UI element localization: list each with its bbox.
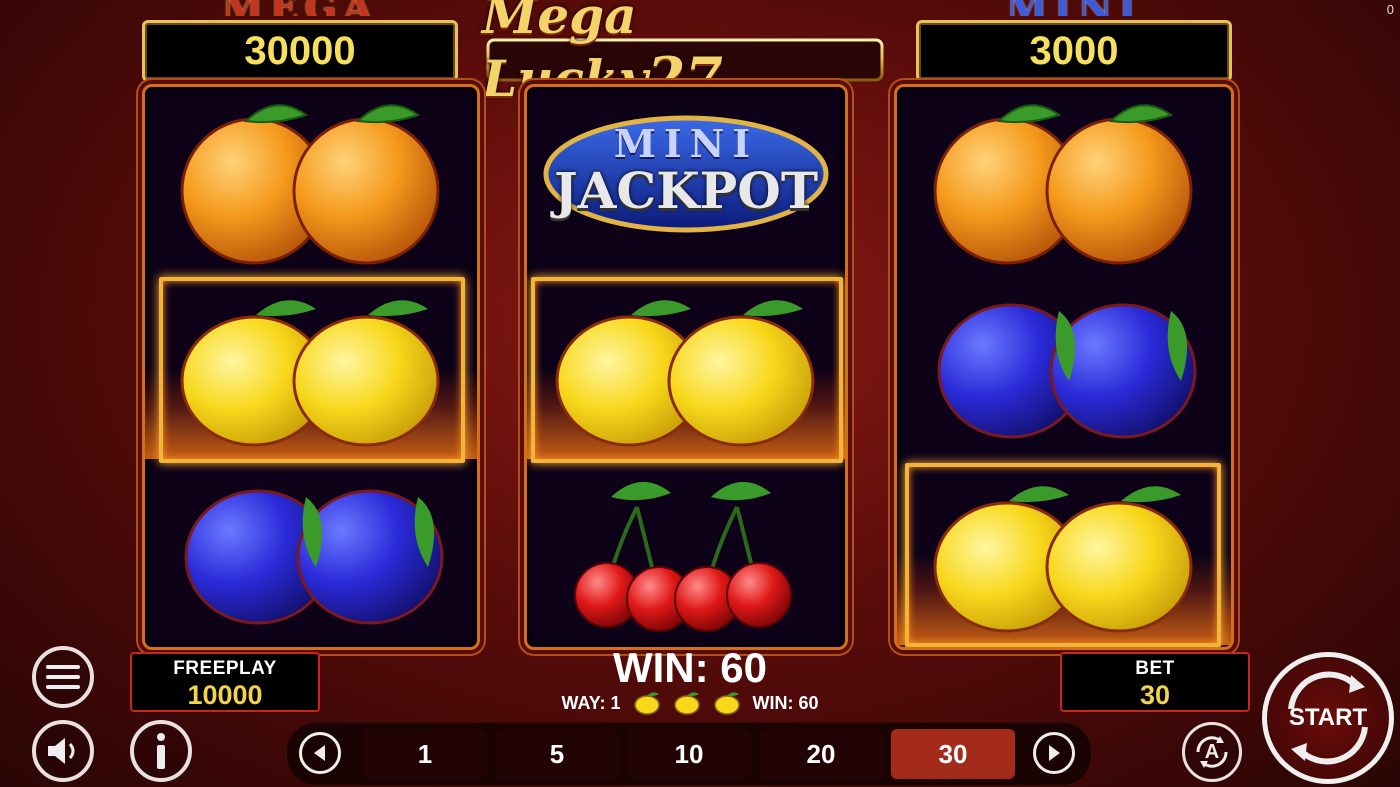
symbol-lemon <box>145 273 477 459</box>
cherry-icon <box>574 481 792 632</box>
bet-option-5[interactable]: 5 <box>495 729 619 779</box>
info-button[interactable] <box>130 720 192 782</box>
reel-1 <box>142 84 480 650</box>
bet-next-button[interactable] <box>1033 732 1075 774</box>
way-label: WAY: 1 <box>561 692 621 713</box>
info-icon <box>157 733 165 769</box>
bet-option-10[interactable]: 10 <box>627 729 751 779</box>
mega-jackpot: MEGA 30000 <box>142 0 458 82</box>
mini-jackpot-bottom-text: JACKPOT <box>553 161 819 220</box>
mini-jackpot-label: MINI <box>916 0 1232 16</box>
prev-arrow-icon <box>314 745 325 761</box>
autoplay-button[interactable]: A <box>1182 722 1242 782</box>
autoplay-letter: A <box>1204 740 1220 763</box>
lemon-icon <box>933 486 1193 633</box>
orange-icon <box>933 104 1193 265</box>
mini-jackpot-top-text: MINI <box>613 121 759 166</box>
mini-jackpot-value: 3000 <box>916 20 1232 82</box>
menu-icon <box>46 665 80 689</box>
lemon-icon <box>555 300 815 447</box>
menu-button[interactable] <box>32 646 94 708</box>
symbol-mini-jackpot: MINI JACKPOT <box>527 87 845 273</box>
bet-prev-button[interactable] <box>299 732 341 774</box>
plum-icon <box>184 489 444 625</box>
game-logo: Mega Lucky27 <box>482 0 888 109</box>
mega-jackpot-value: 30000 <box>142 20 458 82</box>
start-label: START <box>1288 704 1368 731</box>
freeplay-label: FREEPLAY <box>173 658 277 679</box>
plum-icon <box>937 303 1197 439</box>
symbol-lemon <box>897 459 1231 645</box>
lemon-icon <box>713 692 740 715</box>
lemon-icon <box>180 300 440 447</box>
symbol-cherry <box>527 459 845 645</box>
mini-jackpot: MINI 3000 <box>916 0 1232 82</box>
lemon-icon <box>673 692 700 715</box>
next-arrow-icon <box>1049 745 1060 761</box>
reel-2: MINI JACKPOT <box>524 84 848 650</box>
start-button[interactable]: START <box>1262 652 1394 784</box>
reel-3 <box>894 84 1234 650</box>
symbol-plum <box>897 273 1231 459</box>
bet-panel: BET 30 <box>1060 652 1250 712</box>
orange-icon <box>180 104 440 265</box>
corner-counter: 0 <box>1386 2 1394 17</box>
line-win-label: WIN: 60 <box>752 692 819 713</box>
symbol-orange <box>897 87 1231 273</box>
bet-option-20[interactable]: 20 <box>759 729 883 779</box>
bet-label: BET <box>1135 658 1175 679</box>
win-line-details: WAY: 1 WIN: 60 <box>530 690 850 716</box>
mega-jackpot-label: MEGA <box>142 0 458 16</box>
bet-selector: 1 5 10 20 30 <box>286 722 1092 786</box>
symbol-lemon <box>527 273 845 459</box>
freeplay-panel: FREEPLAY 10000 <box>130 652 320 712</box>
bet-option-30[interactable]: 30 <box>891 729 1015 779</box>
lemon-icon <box>633 692 660 715</box>
win-amount: WIN: 60 <box>612 644 767 691</box>
bet-option-1[interactable]: 1 <box>363 729 487 779</box>
sound-icon <box>48 738 75 764</box>
bet-value: 30 <box>1139 680 1171 710</box>
freeplay-value: 10000 <box>187 680 263 710</box>
symbol-plum <box>145 459 477 645</box>
symbol-orange <box>145 87 477 273</box>
sound-button[interactable] <box>32 720 94 782</box>
